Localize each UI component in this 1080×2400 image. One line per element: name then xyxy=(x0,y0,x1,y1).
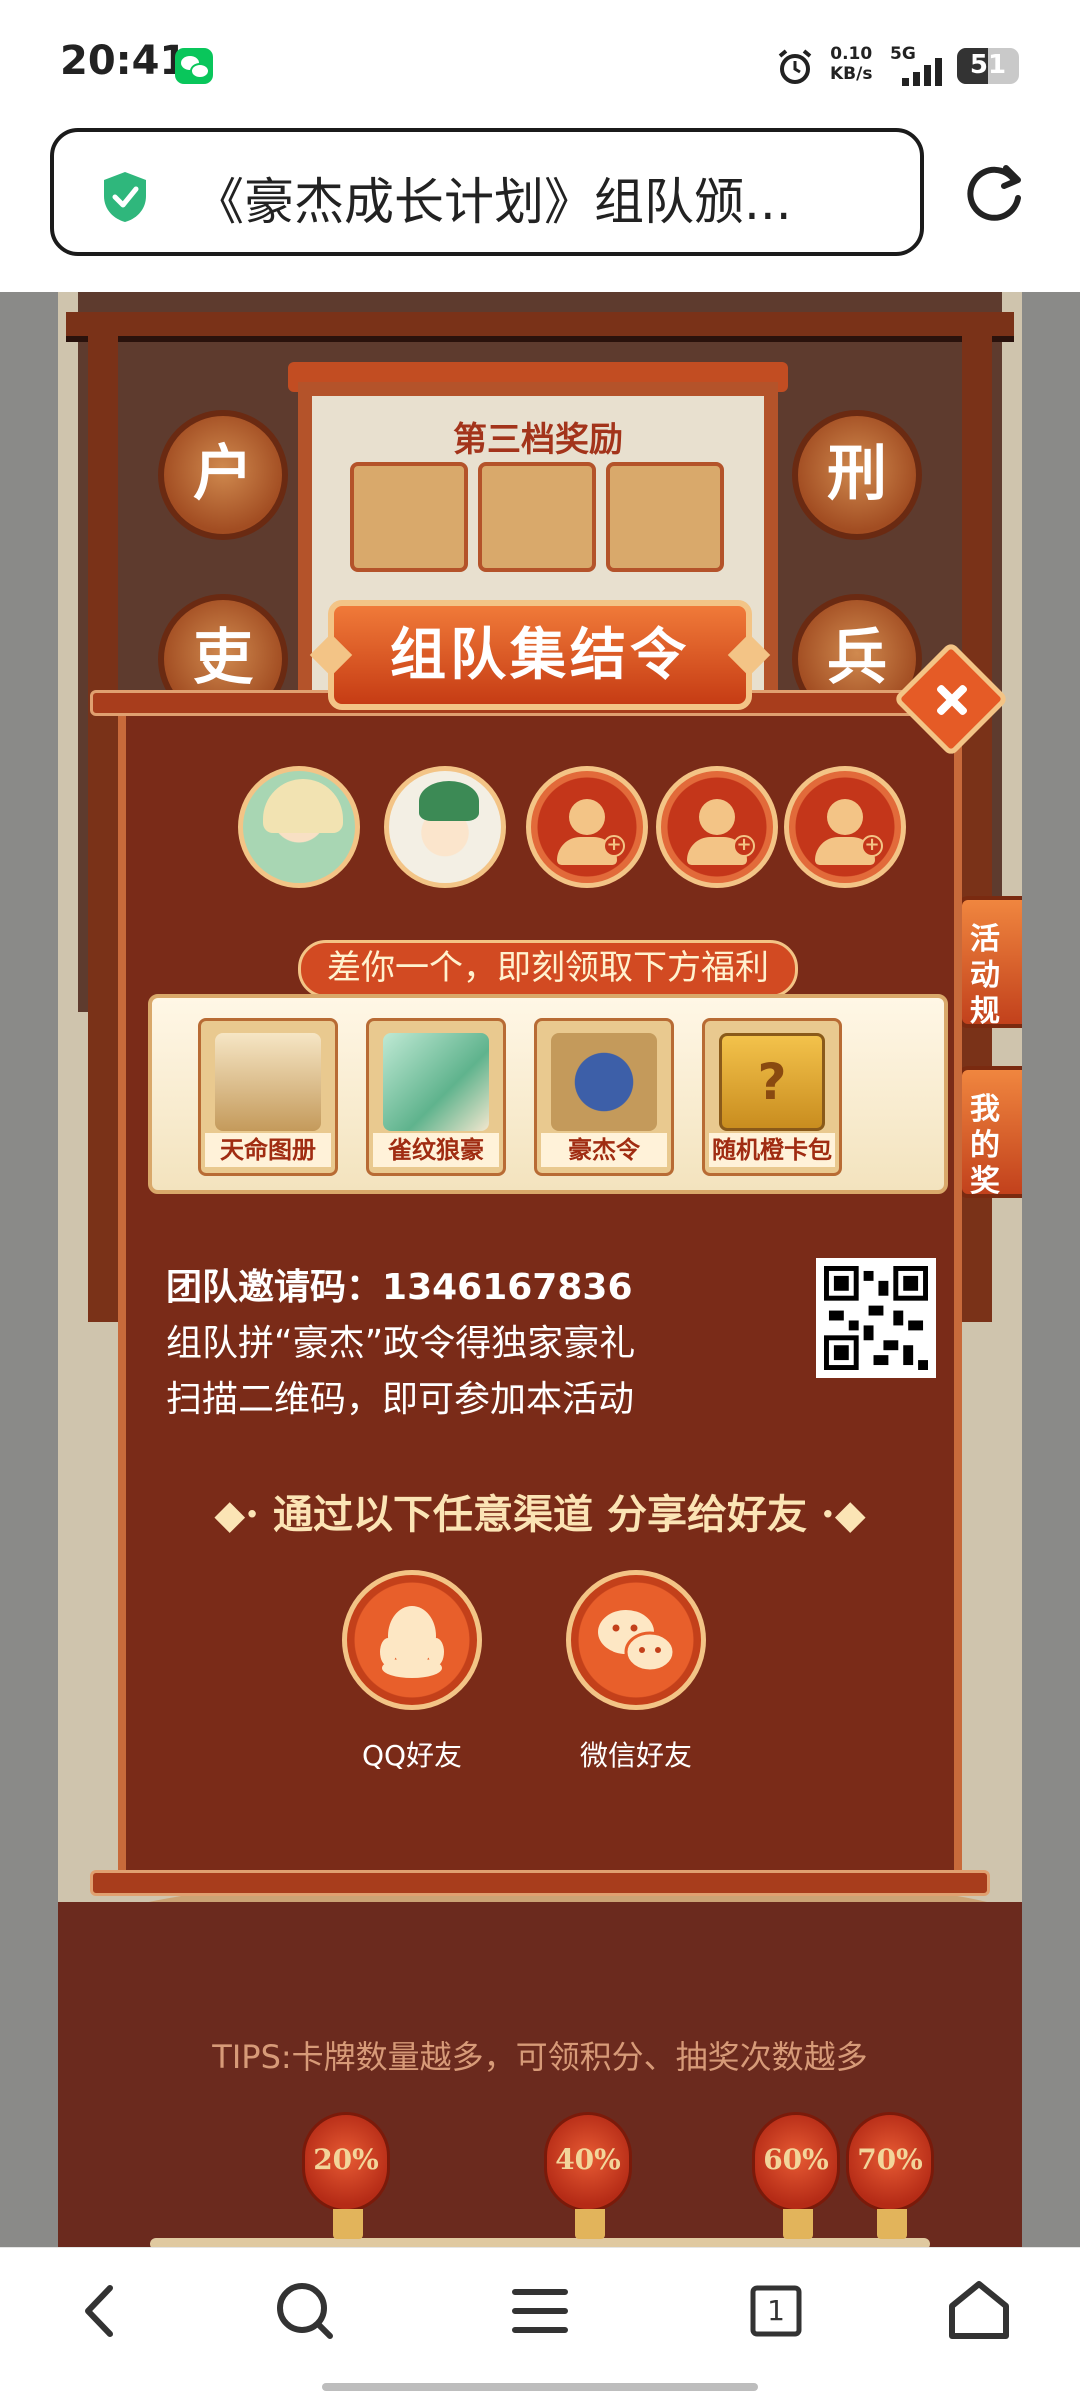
reward-item[interactable]: 天命图册 xyxy=(198,1018,338,1176)
reward-item[interactable]: 豪杰令 xyxy=(534,1018,674,1176)
search-icon[interactable] xyxy=(262,2268,348,2354)
browser-address-bar: 《豪杰成长计划》组队颁... xyxy=(0,120,1080,292)
reload-icon[interactable] xyxy=(962,160,1028,226)
share-wechat-label: 微信好友 xyxy=(579,1739,692,1772)
brush-icon xyxy=(383,1033,489,1131)
reward-label: 天命图册 xyxy=(205,1133,331,1167)
wechat-icon xyxy=(598,1610,676,1673)
shield-icon xyxy=(104,172,146,222)
qr-code xyxy=(816,1258,936,1378)
share-wechat-button[interactable] xyxy=(566,1570,706,1710)
status-bar: 20:41 0.10 KB/s 5G 51 xyxy=(0,0,1080,120)
address-field[interactable]: 《豪杰成长计划》组队颁... xyxy=(50,128,924,256)
web-page: 第三档奖励 户 刑 吏 兵 活动 规则 我的 奖品 TIPS:卡牌数量越多，可领… xyxy=(0,292,1080,2247)
signal-icon xyxy=(902,58,942,86)
network-speed-unit: KB/s xyxy=(830,64,873,84)
empty-member-slot[interactable]: + xyxy=(526,766,648,888)
info-line: 组队拼“豪杰”政令得独家豪礼 xyxy=(166,1323,636,1364)
empty-member-slot[interactable]: + xyxy=(784,766,906,888)
invite-code[interactable]: 1346167836 xyxy=(382,1267,633,1308)
battery-icon: 51 xyxy=(957,48,1019,84)
token-icon xyxy=(551,1033,657,1131)
network-speed: 0.10 KB/s xyxy=(830,44,872,84)
back-icon[interactable] xyxy=(58,2268,144,2354)
modal-body: + + + 差你一个，即刻领取下方福利 天命图册 雀纹狼豪 豪杰令 ? 随机橙卡… xyxy=(118,710,962,1874)
reward-list: 天命图册 雀纹狼豪 豪杰令 ? 随机橙卡包 xyxy=(148,994,948,1194)
tab-count: 1 xyxy=(767,2294,785,2327)
reward-label: 随机橙卡包 xyxy=(709,1133,835,1167)
alarm-icon xyxy=(778,49,812,84)
share-qq-label: QQ好友 xyxy=(361,1739,463,1772)
team-members: + + + xyxy=(126,766,954,892)
info-line: 扫描二维码，即可参加本活动 xyxy=(166,1379,635,1420)
reward-item[interactable]: 雀纹狼豪 xyxy=(366,1018,506,1176)
team-member-avatar[interactable] xyxy=(384,766,506,888)
qq-icon xyxy=(380,1606,444,1678)
scroll-map-icon xyxy=(215,1033,321,1131)
modal-title-plate: 组队集结令 xyxy=(309,600,771,710)
home-icon[interactable] xyxy=(936,2268,1022,2354)
tabs-button[interactable]: 1 xyxy=(733,2268,819,2354)
modal-title: 组队集结令 xyxy=(390,622,690,688)
close-icon xyxy=(937,685,965,713)
share-heading: ◆· 通过以下任意渠道 分享给好友 ·◆ xyxy=(126,1482,954,1540)
invite-code-label: 团队邀请码： xyxy=(166,1267,383,1308)
share-qq-button[interactable] xyxy=(342,1570,482,1710)
network-speed-value: 0.10 xyxy=(830,44,873,64)
wechat-notification-icon xyxy=(175,48,213,84)
browser-bottom-nav: 1 xyxy=(0,2247,1080,2400)
share-heading-text: 通过以下任意渠道 分享给好友 xyxy=(273,1491,807,1538)
battery-level: 51 xyxy=(969,50,1007,80)
team-invite-modal: + + + 差你一个，即刻领取下方福利 天命图册 雀纹狼豪 豪杰令 ? 随机橙卡… xyxy=(90,600,1009,1900)
decorative-ornament: ◆· xyxy=(214,1491,260,1538)
status-time: 20:41 xyxy=(60,38,188,84)
mystery-card-icon: ? xyxy=(719,1033,825,1131)
team-member-avatar[interactable] xyxy=(238,766,360,888)
invite-code-line: 团队邀请码：1346167836 xyxy=(166,1258,633,1310)
home-indicator[interactable] xyxy=(322,2383,758,2391)
menu-icon[interactable] xyxy=(497,2268,583,2354)
modal-bottom-rod xyxy=(90,1870,990,1896)
empty-member-slot[interactable]: + xyxy=(656,766,778,888)
reward-label: 雀纹狼豪 xyxy=(373,1133,499,1167)
decorative-ornament: ·◆ xyxy=(820,1491,866,1538)
reward-item[interactable]: ? 随机橙卡包 xyxy=(702,1018,842,1176)
reward-label: 豪杰令 xyxy=(541,1133,667,1167)
promo-banner: 差你一个，即刻领取下方福利 xyxy=(298,940,798,998)
page-title: 《豪杰成长计划》组队颁... xyxy=(194,173,792,231)
